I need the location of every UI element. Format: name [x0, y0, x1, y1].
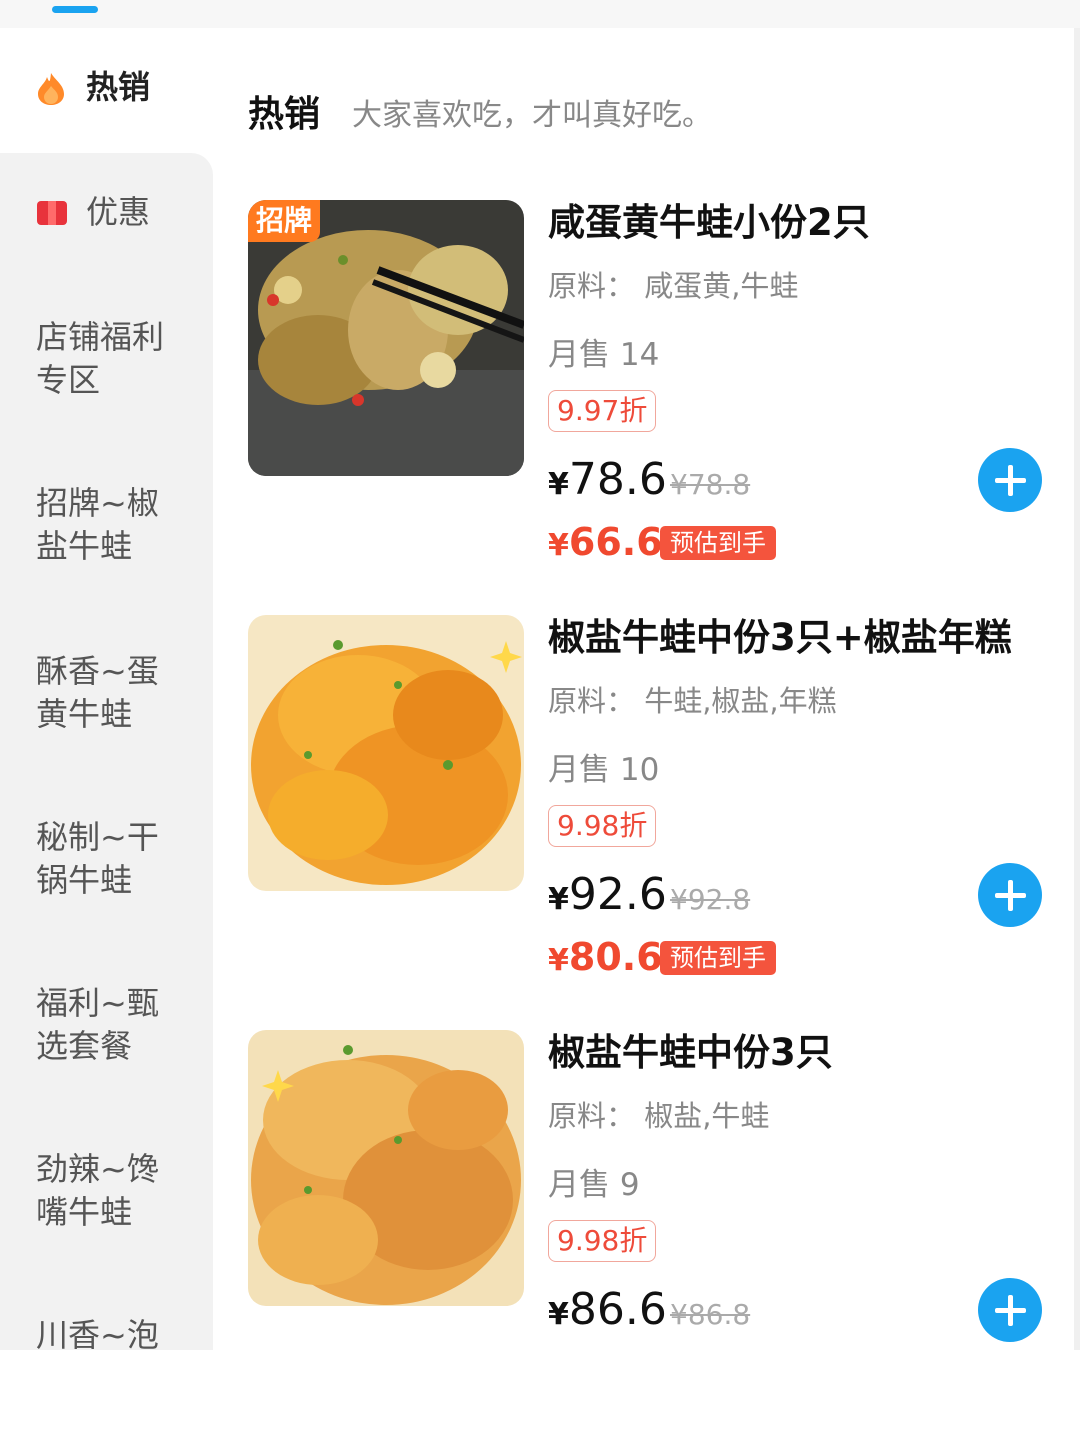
sidebar-item-label: 福利~甄选套餐 [36, 984, 159, 1065]
add-to-cart-button[interactable] [978, 448, 1042, 512]
plus-icon [995, 880, 1026, 911]
product-image[interactable]: 招牌 [248, 200, 524, 476]
price: ¥92.6 [548, 869, 667, 926]
original-price: ¥92.8 [670, 883, 751, 916]
signature-badge: 招牌 [248, 200, 321, 242]
sidebar-item-label: 川香~泡 [36, 1316, 159, 1350]
add-to-cart-button[interactable] [978, 863, 1042, 927]
original-price: ¥86.8 [670, 1298, 751, 1331]
sidebar-item-pickled-frog[interactable]: 川香~泡 [0, 1274, 213, 1350]
discount-badge: 9.98折 [548, 1220, 657, 1262]
currency-symbol: ¥ [548, 1297, 569, 1332]
sidebar-item-label: 劲辣~馋嘴牛蛙 [36, 1150, 159, 1231]
price: ¥78.6 [548, 454, 667, 511]
estimated-price: ¥80.6 [548, 933, 663, 985]
coupon-icon [37, 201, 67, 225]
product-image[interactable] [248, 1030, 524, 1306]
product-ingredients: 原料： 咸蛋黄,牛蛙 [548, 269, 799, 303]
product-name: 椒盐牛蛙中份3只+椒盐年糕 [548, 616, 1012, 659]
product-name: 咸蛋黄牛蛙小份2只 [548, 201, 870, 244]
currency-symbol: ¥ [548, 943, 569, 978]
product-image[interactable] [248, 615, 524, 891]
sidebar-item-discount[interactable]: 优惠 [0, 153, 213, 278]
active-tab-indicator [52, 6, 98, 13]
food-photo [248, 615, 524, 891]
sidebar-item-dry-pot-frog[interactable]: 秘制~干锅牛蛙 [0, 776, 213, 942]
sidebar-item-label: 店铺福利专区 [36, 318, 165, 399]
sidebar-item-label: 秘制~干锅牛蛙 [36, 818, 159, 899]
product-name: 椒盐牛蛙中份3只 [548, 1031, 833, 1074]
fire-icon [38, 73, 64, 105]
top-tab-bar [0, 0, 1080, 28]
price-value: 86.6 [568, 1284, 667, 1335]
sidebar-item-salt-pepper-frog[interactable]: 招牌~椒盐牛蛙 [0, 444, 213, 610]
estimated-price-value: 80.6 [568, 935, 663, 979]
sidebar-item-label: 酥香~蛋黄牛蛙 [36, 652, 159, 733]
product-card[interactable]: 招牌 咸蛋黄牛蛙小份2只 原料： 咸蛋黄,牛蛙 月售 14 9.97折 ¥78.… [248, 200, 1048, 600]
sidebar-item-store-benefits[interactable]: 店铺福利专区 [0, 278, 213, 444]
food-photo [248, 1030, 524, 1306]
section-title: 热销 [248, 94, 321, 135]
plus-icon [995, 465, 1026, 496]
monthly-sales: 月售 10 [548, 752, 660, 788]
original-price: ¥78.8 [670, 468, 751, 501]
product-ingredients: 原料： 椒盐,牛蛙 [548, 1099, 770, 1133]
currency-symbol: ¥ [548, 467, 569, 502]
add-to-cart-button[interactable] [978, 1278, 1042, 1342]
product-ingredients: 原料： 牛蛙,椒盐,年糕 [548, 684, 837, 718]
product-card[interactable]: 椒盐牛蛙中份3只+椒盐年糕 原料： 牛蛙,椒盐,年糕 月售 10 9.98折 ¥… [248, 615, 1048, 1015]
sidebar-item-spicy-frog[interactable]: 劲辣~馋嘴牛蛙 [0, 1108, 213, 1274]
sidebar-item-label: 热销 [86, 68, 151, 106]
estimated-price: ¥66.6 [548, 518, 663, 570]
sidebar-item-label: 招牌~椒盐牛蛙 [36, 484, 159, 565]
estimated-price-value: 66.6 [568, 520, 663, 564]
discount-badge: 9.97折 [548, 390, 657, 432]
section-subtitle: 大家喜欢吃，才叫真好吃。 [352, 98, 712, 133]
estimated-price-tag: 预估到手 [660, 526, 776, 560]
estimated-price-tag: 预估到手 [660, 941, 776, 975]
sidebar-item-egg-yolk-frog[interactable]: 酥香~蛋黄牛蛙 [0, 610, 213, 776]
category-sidebar: 热销 优惠 店铺福利专区 招牌~椒盐牛蛙 酥香~蛋黄牛蛙 秘制~干锅牛蛙 福利~… [0, 28, 213, 1350]
price-value: 92.6 [568, 869, 667, 920]
plus-icon [995, 1295, 1026, 1326]
sidebar-item-hot[interactable]: 热销 [0, 28, 213, 153]
monthly-sales: 月售 14 [548, 337, 660, 373]
price: ¥86.6 [548, 1284, 667, 1341]
discount-badge: 9.98折 [548, 805, 657, 847]
sidebar-item-combo[interactable]: 福利~甄选套餐 [0, 942, 213, 1108]
scroll-track [1074, 28, 1080, 1350]
price-value: 78.6 [568, 454, 667, 505]
currency-symbol: ¥ [548, 882, 569, 917]
monthly-sales: 月售 9 [548, 1167, 640, 1203]
sidebar-item-label: 优惠 [86, 193, 151, 231]
currency-symbol: ¥ [548, 528, 569, 563]
product-card[interactable]: 椒盐牛蛙中份3只 原料： 椒盐,牛蛙 月售 9 9.98折 ¥86.6 ¥86.… [248, 1030, 1048, 1430]
